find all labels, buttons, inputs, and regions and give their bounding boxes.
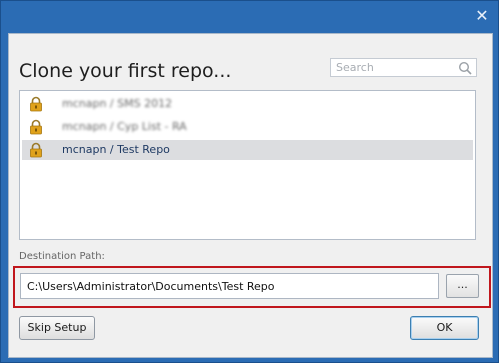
title-bar[interactable]: ✕: [1, 1, 498, 33]
close-icon: ✕: [475, 6, 489, 25]
dialog-content: Clone your first repo... mcnapn / SMS 20…: [8, 33, 493, 358]
browse-button[interactable]: ...: [446, 274, 479, 298]
search-box[interactable]: [330, 58, 477, 77]
ok-button[interactable]: OK: [410, 316, 479, 340]
repo-name: mcnapn / Cyp List - RA: [62, 120, 187, 133]
lock-icon: [30, 96, 42, 112]
search-icon[interactable]: [458, 61, 472, 75]
close-button[interactable]: ✕: [472, 7, 492, 25]
page-title: Clone your first repo...: [19, 60, 232, 82]
list-item-selected[interactable]: mcnapn / Test Repo: [22, 140, 473, 160]
destination-path-input[interactable]: [20, 273, 439, 299]
repo-name: mcnapn / Test Repo: [62, 143, 170, 156]
skip-setup-button[interactable]: Skip Setup: [19, 316, 95, 340]
list-item[interactable]: mcnapn / SMS 2012: [22, 94, 473, 114]
lock-icon: [30, 142, 42, 158]
destination-label: Destination Path:: [19, 251, 105, 262]
repo-name: mcnapn / SMS 2012: [62, 97, 173, 110]
search-input[interactable]: [336, 61, 451, 74]
list-item[interactable]: mcnapn / Cyp List - RA: [22, 117, 473, 137]
lock-icon: [30, 119, 42, 135]
dialog-window: ✕ Clone your first repo... mcnapn / SMS …: [0, 0, 499, 363]
repo-list[interactable]: mcnapn / SMS 2012 mcnapn / Cyp List - RA…: [19, 90, 476, 240]
